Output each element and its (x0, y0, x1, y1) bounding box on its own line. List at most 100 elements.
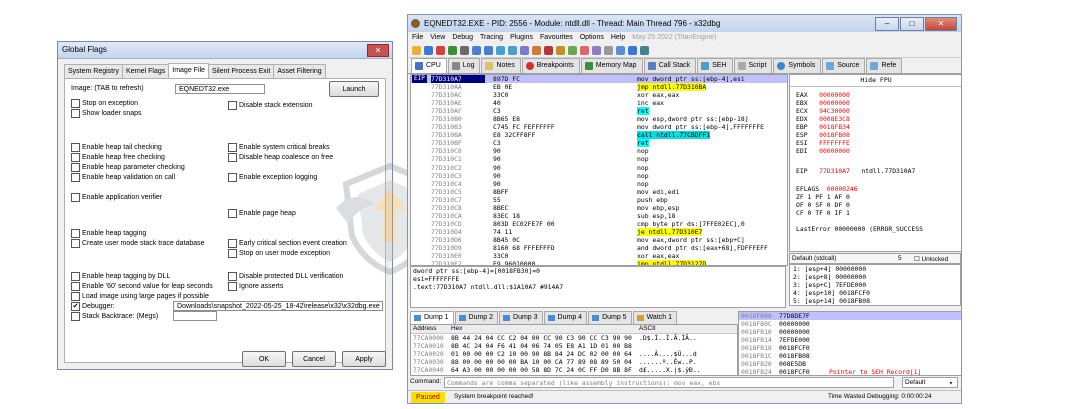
register-row[interactable]: EDX 0008E3C8 (796, 115, 850, 123)
protected-dll-checkbox[interactable]: Disable protected DLL verification (228, 272, 343, 281)
disasm-row[interactable]: 77D310CD 803D EC02FE7F 00 cmp byte ptr ds:… (411, 220, 787, 228)
apply-button[interactable]: Apply (342, 351, 386, 367)
tab-cpu[interactable]: CPU (411, 58, 447, 73)
menu-options[interactable]: Options (580, 32, 604, 43)
flags-row[interactable]: ZF 1 PF 1 AF 0 (796, 193, 850, 201)
tab-kernel-flags[interactable]: Kernel Flags (121, 64, 170, 78)
lasterror-row[interactable]: LastError 00000000 (ERROR_SUCCESS (796, 225, 923, 233)
application-verifier-checkbox[interactable]: Enable application verifier (71, 193, 162, 202)
disasm-row[interactable]: 77D310B0 8B65 E8 mov esp,dword ptr ss:[ebp… (411, 115, 787, 123)
disasm-row[interactable]: 77D310E0 33C0 xor eax,eax (411, 252, 787, 260)
disasm-row[interactable]: 77D310D9 8160 68 FFFEFFFD and dword ptr ds… (411, 244, 787, 252)
heap-parameter-checkbox[interactable]: Enable heap parameter checking (71, 163, 185, 172)
tab-system-registry[interactable]: System Registry (64, 64, 123, 78)
checkbox-box[interactable] (71, 109, 80, 118)
command-mode-select[interactable]: Default ▾ (902, 377, 958, 388)
close-button[interactable]: ✕ (925, 17, 957, 31)
label-icon[interactable] (580, 45, 589, 55)
tab-memory-map[interactable]: Memory Map (580, 58, 643, 73)
disasm-row[interactable]: 77D310CA 83EC 18 sub esp,18 (411, 212, 787, 220)
disable-stack-extension-checkbox[interactable]: Disable stack extension (228, 101, 313, 110)
tab-log[interactable]: Log (447, 58, 481, 73)
tab-source[interactable]: Source (822, 58, 866, 73)
dump-row[interactable]: 77CA0000 8B 44 24 04 CC C2 04 00 CC 90 C3… (411, 334, 737, 342)
checkbox-box[interactable] (228, 249, 237, 258)
disasm-row[interactable]: 77D310C5 8BFF mov edi,edi (411, 188, 787, 196)
large-pages-checkbox[interactable]: Load image using large pages if possible (71, 292, 209, 301)
argument-row[interactable]: 3: [esp+C] 7EFDE000 (790, 281, 960, 289)
function-icon[interactable] (592, 45, 601, 55)
x32dbg-title-bar[interactable]: EQNEDT32.EXE - PID: 2556 - Module: ntdll… (408, 15, 961, 32)
checkbox-box[interactable] (71, 229, 80, 238)
stack-backtrace-checkbox[interactable]: Stack Backtrace: (Megs) (71, 312, 158, 321)
disasm-row[interactable]: 77D310C7 55 push ebp (411, 196, 787, 204)
heap-validation-checkbox[interactable]: Enable heap validation on call (71, 173, 175, 182)
trace-over-icon[interactable] (508, 45, 517, 55)
heap-tail-checkbox[interactable]: Enable heap tail checking (71, 143, 162, 152)
command-input[interactable]: Commands are comma separated (like assem… (444, 377, 894, 388)
close-button[interactable]: ✕ (367, 44, 389, 57)
tab-watch-1[interactable]: Watch 1 (632, 311, 677, 325)
stack-row[interactable]: 0018FB24 0018FCF0 Pointer to SEH_Record[1] (739, 368, 961, 375)
leap-seconds-checkbox[interactable]: Enable '60' second value for leap second… (71, 282, 213, 291)
stop-on-user-mode-exception-checkbox[interactable]: Stop on user mode exception (228, 249, 330, 258)
register-row[interactable]: ESI FFFFFFFE (796, 139, 850, 147)
restart-icon[interactable] (424, 45, 433, 55)
comment-icon[interactable] (568, 45, 577, 55)
menu-help[interactable]: Help (611, 32, 625, 43)
tab-asset-filtering[interactable]: Asset Filtering (273, 64, 326, 78)
dump-row[interactable]: 77CA0030 88 00 00 00 00 00 BA 10 00 CA 77… (411, 358, 737, 366)
flags-row[interactable]: OF 0 SF 0 DF 0 (796, 201, 850, 209)
tab-notes[interactable]: Notes (481, 58, 521, 73)
stop-on-exception-checkbox[interactable]: Stop on exception (71, 99, 138, 108)
eip-register[interactable]: EIP 77D310A7 ntdll.77D310A7 (796, 167, 915, 175)
register-row[interactable]: ECX 94C30000 (796, 107, 850, 115)
argument-row[interactable]: 5: [esp+14] 0018FB08 (790, 297, 960, 305)
checkbox-box[interactable] (228, 153, 237, 162)
tab-dump-4[interactable]: Dump 4 (543, 311, 588, 325)
page-heap-checkbox[interactable]: Enable page heap (228, 209, 296, 218)
ascii-column-header[interactable]: ASCII (639, 325, 656, 333)
disasm-row[interactable]: 77D310AE 40 inc eax (411, 99, 787, 107)
system-critical-breaks-checkbox[interactable]: Enable system critical breaks (228, 143, 330, 152)
checkbox-box[interactable] (71, 153, 80, 162)
heap-tagging-checkbox[interactable]: Enable heap tagging (71, 229, 146, 238)
debugger-checkbox[interactable]: ✔ Debugger: (71, 302, 115, 311)
stack-backtrace-input[interactable] (173, 311, 217, 321)
dump-row[interactable]: 77CA0010 8B 4C 24 04 F6 41 04 06 74 05 E8… (411, 342, 737, 350)
dump-row[interactable]: 77CA0050 02 00 00 64 89 00 00 00 00 6A 01… (411, 374, 737, 375)
show-loader-snaps-checkbox[interactable]: Show loader snaps (71, 109, 142, 118)
flags-row[interactable]: CF 0 TF 0 IF 1 (796, 209, 850, 217)
stack-row[interactable]: 0018FB10 00000000 (739, 328, 961, 336)
exception-logging-checkbox[interactable]: Enable exception logging (228, 173, 317, 182)
stack-row[interactable]: 0018FB20 008E5DB (739, 360, 961, 368)
tab-dump-5[interactable]: Dump 5 (588, 311, 632, 325)
checkbox-box[interactable] (228, 173, 237, 182)
disasm-row[interactable]: 77D310B3 C745 FC FEFFFFFF mov dword ptr ss… (411, 123, 787, 131)
checkbox-box[interactable] (71, 239, 80, 248)
argument-row[interactable]: 4: [esp+10] 0018FCF0 (790, 289, 960, 297)
heap-free-checkbox[interactable]: Enable heap free checking (71, 153, 165, 162)
info-box[interactable]: dword ptr ss:[ebp-4]=[0018FB30]=0 esi=FF… (410, 266, 786, 308)
heap-coalesce-checkbox[interactable]: Disable heap coalesce on free (228, 153, 333, 162)
checkbox-box[interactable] (71, 163, 80, 172)
early-critical-section-checkbox[interactable]: Early critical section event creation (228, 239, 347, 248)
pause-icon[interactable] (460, 45, 469, 55)
ignore-asserts-checkbox[interactable]: Ignore asserts (228, 282, 283, 291)
call-convention-select[interactable]: Default (stdcall) (792, 255, 836, 262)
execute-till-return-icon[interactable] (520, 45, 529, 55)
run-to-user-code-icon[interactable] (532, 45, 541, 55)
disasm-row[interactable]: 77D310C8 8BEC mov ebp,esp (411, 204, 787, 212)
dump-row[interactable]: 77CA0020 01 00 00 00 C2 10 00 90 8B 84 24… (411, 350, 737, 358)
global-flags-title-bar[interactable]: Global Flags ✕ (58, 42, 392, 59)
dump-row[interactable]: 77CA0040 64 A3 00 00 00 00 00 58 8D 7C 24… (411, 366, 737, 374)
tab-breakpoints[interactable]: Breakpoints (521, 58, 580, 73)
hide-fpu-button[interactable]: Hide FPU (790, 75, 961, 87)
font-icon[interactable] (616, 45, 625, 55)
disasm-row[interactable]: 77D310BF C3 ret (411, 139, 787, 148)
trace-into-icon[interactable] (496, 45, 505, 55)
register-row[interactable]: EDI 00000000 (796, 147, 850, 155)
checkbox-box[interactable] (71, 272, 80, 281)
stack-row[interactable]: 0018FB08 77D8DE7F (739, 312, 961, 321)
tab-dump-2[interactable]: Dump 2 (454, 311, 499, 325)
